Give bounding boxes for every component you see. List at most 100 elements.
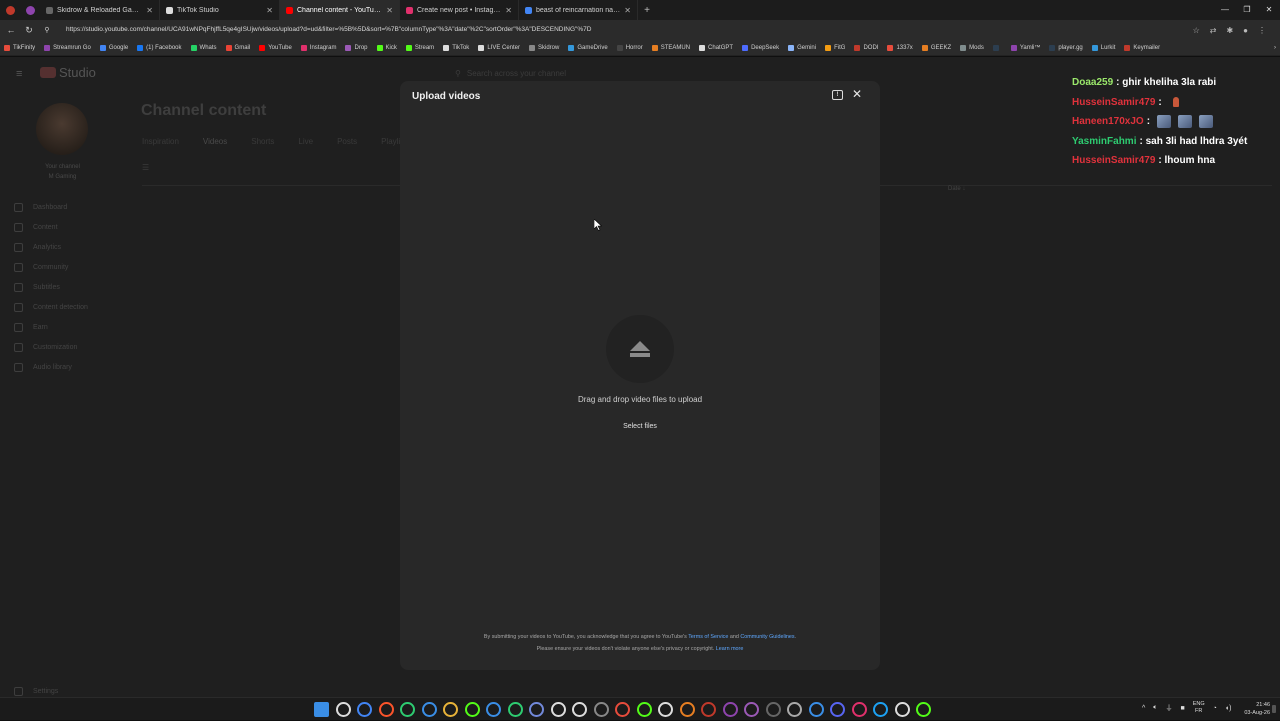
content-tab[interactable]: Shorts <box>251 137 274 146</box>
taskbar-app-icon[interactable] <box>357 702 372 717</box>
bookmark-item[interactable]: GameDrive <box>568 44 608 51</box>
taskbar-app-icon[interactable] <box>507 702 523 717</box>
back-icon[interactable]: ← <box>6 25 16 35</box>
taskbar-app-icon[interactable] <box>787 702 802 717</box>
bookmark-item[interactable]: Streamrun Go <box>44 44 91 51</box>
browser-tab[interactable]: beast of reincarnation name logo ✕ <box>519 0 638 20</box>
bookmark-item[interactable]: Keymailer <box>1124 44 1160 51</box>
close-window-icon[interactable]: ✕ <box>1258 0 1280 20</box>
learn-more-link[interactable]: Learn more <box>716 646 744 652</box>
taskbar-app-icon[interactable] <box>572 702 587 717</box>
sidebar-item[interactable]: Earn <box>14 317 88 337</box>
content-tab[interactable]: Posts <box>337 137 357 146</box>
taskbar-app-icon[interactable] <box>378 702 394 717</box>
browser-tab[interactable]: Skidrow & Reloaded Games – Do ✕ <box>40 0 160 20</box>
bookmark-item[interactable] <box>992 44 1002 51</box>
taskbar-app-icon[interactable] <box>830 702 845 717</box>
feedback-icon[interactable]: ! <box>832 90 843 100</box>
sidebar-item[interactable]: Customization <box>14 337 88 357</box>
taskbar-app-icon[interactable] <box>636 702 652 717</box>
bookmark-item[interactable]: FitG <box>825 44 845 51</box>
new-tab-button[interactable]: + <box>638 5 656 16</box>
speaker-icon[interactable]: 🔈︎ <box>1153 704 1157 712</box>
clock[interactable]: 21:46 03-Aug-26 <box>1236 701 1270 717</box>
upload-drop-zone[interactable] <box>606 315 674 383</box>
tab-close-icon[interactable]: ✕ <box>386 6 393 15</box>
sidebar-item[interactable]: Content <box>14 217 88 237</box>
tab-close-icon[interactable]: ✕ <box>505 6 512 15</box>
url-field[interactable]: https://studio.youtube.com/channel/UCA91… <box>60 23 1185 37</box>
network-icon[interactable]: ◔ <box>1213 705 1217 712</box>
bookmark-item[interactable]: 1337x <box>887 44 913 51</box>
bookmark-item[interactable]: GEEKZ <box>921 44 951 51</box>
show-desktop-button[interactable] <box>1272 705 1276 713</box>
pinned-tab[interactable] <box>0 0 20 20</box>
tab-close-icon[interactable]: ✕ <box>146 6 153 15</box>
taskbar-app-icon[interactable] <box>615 702 630 717</box>
bookmark-item[interactable]: TikTok <box>443 44 469 51</box>
taskbar-app-icon[interactable] <box>658 702 673 717</box>
tab-close-icon[interactable]: ✕ <box>624 6 631 15</box>
browser-tab[interactable]: TikTok Studio ✕ <box>160 0 280 20</box>
bookmark-item[interactable]: Instagram <box>300 44 336 51</box>
sidebar-item[interactable]: Analytics <box>14 237 88 257</box>
profile-icon[interactable]: ● <box>1243 26 1248 35</box>
taskbar-app-icon[interactable] <box>464 702 480 717</box>
column-date-header[interactable]: Date ↓ <box>948 186 965 192</box>
studio-search[interactable]: ⚲ Search across your channel <box>455 66 825 81</box>
bookmark-item[interactable]: player.gg <box>1049 44 1083 51</box>
bookmark-item[interactable]: STEAMUN <box>651 44 690 51</box>
bookmark-item[interactable]: YouTube <box>259 44 292 51</box>
taskbar-app-icon[interactable] <box>765 702 781 717</box>
taskbar-app-icon[interactable] <box>593 702 609 717</box>
sidebar-item[interactable]: Community <box>14 257 88 277</box>
taskbar-app-icon[interactable] <box>744 702 759 717</box>
sidebar-item[interactable]: Subtitles <box>14 277 88 297</box>
start-menu-icon[interactable] <box>314 702 329 717</box>
taskbar-app-icon[interactable] <box>808 702 824 717</box>
browser-tab[interactable]: Create new post • Instagram ✕ <box>400 0 519 20</box>
language-indicator[interactable]: ENG FR <box>1193 701 1205 715</box>
bookmark-item[interactable]: Google <box>99 44 128 51</box>
select-files-button[interactable]: Select files <box>612 419 668 434</box>
bookmark-item[interactable]: Skidrow <box>529 44 559 51</box>
bookmark-item[interactable]: Lurkit <box>1091 44 1115 51</box>
maximize-icon[interactable]: ❐ <box>1236 0 1258 20</box>
reload-icon[interactable]: ↻ <box>24 25 34 36</box>
minimize-icon[interactable]: — <box>1214 0 1236 20</box>
taskbar-app-icon[interactable] <box>443 702 458 717</box>
mic-icon[interactable]: ⏚ <box>1166 703 1173 713</box>
taskbar-app-icon[interactable] <box>894 702 910 717</box>
tray-overflow-icon[interactable]: ^ <box>1142 705 1145 712</box>
taskbar-app-icon[interactable] <box>873 702 888 717</box>
browser-tab[interactable]: Channel content - YouTube Studio ✕ <box>280 0 400 20</box>
translate-icon[interactable]: ⇄ <box>1210 26 1217 35</box>
hamburger-menu-icon[interactable]: ≡ <box>16 68 22 80</box>
tab-close-icon[interactable]: ✕ <box>266 6 273 15</box>
bookmark-item[interactable]: Yamli™ <box>1010 44 1040 51</box>
terms-of-service-link[interactable]: Terms of Service <box>688 634 728 640</box>
taskbar-app-icon[interactable] <box>916 702 931 717</box>
taskbar-app-icon[interactable] <box>701 702 716 717</box>
taskbar-app-icon[interactable] <box>486 702 501 717</box>
bookmark-star-icon[interactable]: ☆ <box>1193 26 1200 35</box>
bookmark-item[interactable]: LIVE Center <box>478 44 520 51</box>
bookmark-item[interactable]: ChatGPT <box>699 44 733 51</box>
content-tab[interactable]: Videos <box>203 137 227 146</box>
bookmarks-overflow-icon[interactable]: › <box>1274 45 1276 51</box>
menu-icon[interactable]: ⋮ <box>1258 26 1266 35</box>
taskbar-app-icon[interactable] <box>421 702 437 717</box>
avatar[interactable] <box>36 103 88 155</box>
taskbar-app-icon[interactable] <box>550 702 566 717</box>
sidebar-item[interactable]: Dashboard <box>14 197 88 217</box>
bookmark-item[interactable]: Kick <box>376 44 397 51</box>
volume-icon[interactable]: ◖) <box>1225 705 1232 712</box>
taskbar-app-icon[interactable] <box>722 702 738 717</box>
community-guidelines-link[interactable]: Community Guidelines <box>740 634 794 640</box>
content-tab[interactable]: Inspiration <box>142 137 179 146</box>
bookmark-item[interactable]: Whats <box>190 44 217 51</box>
bookmark-item[interactable]: DeepSeek <box>742 44 779 51</box>
taskbar-search-icon[interactable] <box>335 702 351 717</box>
bookmark-item[interactable]: Stream <box>405 44 434 51</box>
bookmark-item[interactable]: Mods <box>960 44 984 51</box>
